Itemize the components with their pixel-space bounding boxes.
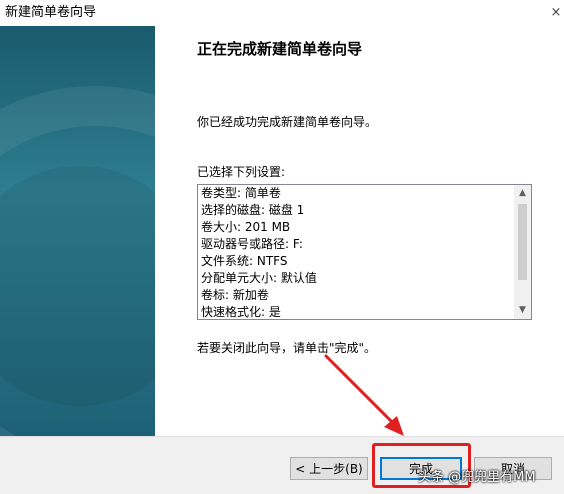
annotation-arrow-icon: [324, 354, 404, 436]
watermark: 头条 @兜兜里有MM: [418, 470, 536, 485]
